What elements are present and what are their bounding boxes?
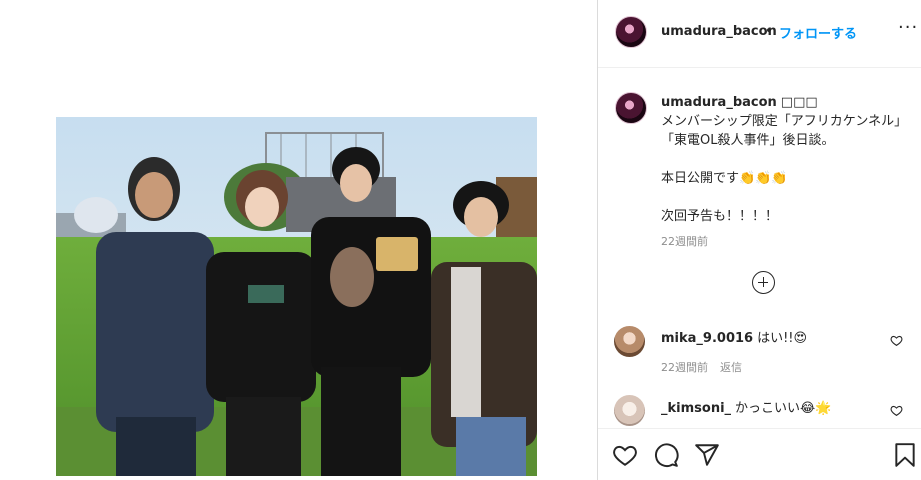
- clapping-hands-emoji: 👏👏👏: [739, 171, 788, 186]
- post-header: umadura_bacon • フォローする ···: [598, 0, 921, 68]
- heart-icon[interactable]: [612, 442, 638, 468]
- commenter-username[interactable]: _kimsoni_: [661, 401, 731, 416]
- caption-avatar[interactable]: [615, 92, 647, 124]
- comment-text: _kimsoni_ かっこいい😂🌟: [661, 397, 831, 416]
- comment-body: はい!!😍: [757, 331, 808, 346]
- comment-icon[interactable]: [653, 442, 679, 468]
- share-icon[interactable]: [694, 442, 720, 468]
- post-actions-bar: [598, 428, 921, 480]
- photo-illustration: [56, 117, 537, 476]
- caption-line-1: メンバーシップ限定「アフリカケンネル」「東電OL殺人事件」後日談。: [661, 114, 908, 148]
- comment-like-icon[interactable]: [890, 334, 903, 347]
- caption-username-suffix: □□□: [780, 95, 818, 110]
- post-caption: umadura_bacon □□□ メンバーシップ限定「アフリカケンネル」「東電O…: [661, 93, 911, 226]
- media-area: [0, 0, 597, 480]
- post-side-panel: umadura_bacon • フォローする ··· umadura_bacon…: [597, 0, 921, 480]
- reply-button[interactable]: 返信: [720, 361, 742, 374]
- post-photo[interactable]: [56, 117, 537, 476]
- commenter-avatar[interactable]: [614, 395, 645, 426]
- commenter-avatar[interactable]: [614, 326, 645, 357]
- comment-text: mika_9.0016 はい!!😍: [661, 327, 807, 346]
- author-username[interactable]: umadura_bacon: [661, 24, 777, 39]
- more-options-icon[interactable]: ···: [898, 17, 918, 38]
- caption-username[interactable]: umadura_bacon: [661, 95, 777, 110]
- commenter-username[interactable]: mika_9.0016: [661, 331, 753, 346]
- caption-line-2: 本日公開です: [661, 171, 740, 186]
- author-avatar[interactable]: [615, 16, 647, 48]
- comment-meta: 22週間前 返信: [661, 359, 754, 375]
- caption-timestamp[interactable]: 22週間前: [661, 233, 708, 249]
- follow-button[interactable]: フォローする: [779, 23, 857, 42]
- bookmark-icon[interactable]: [892, 442, 918, 468]
- load-more-comments-icon[interactable]: [752, 271, 775, 294]
- comment-timestamp[interactable]: 22週間前: [661, 361, 708, 374]
- separator-dot: •: [765, 24, 773, 39]
- caption-line-3: 次回予告も！！！！: [661, 209, 779, 224]
- comment-body: かっこいい😂🌟: [735, 401, 832, 416]
- comment-like-icon[interactable]: [890, 404, 903, 417]
